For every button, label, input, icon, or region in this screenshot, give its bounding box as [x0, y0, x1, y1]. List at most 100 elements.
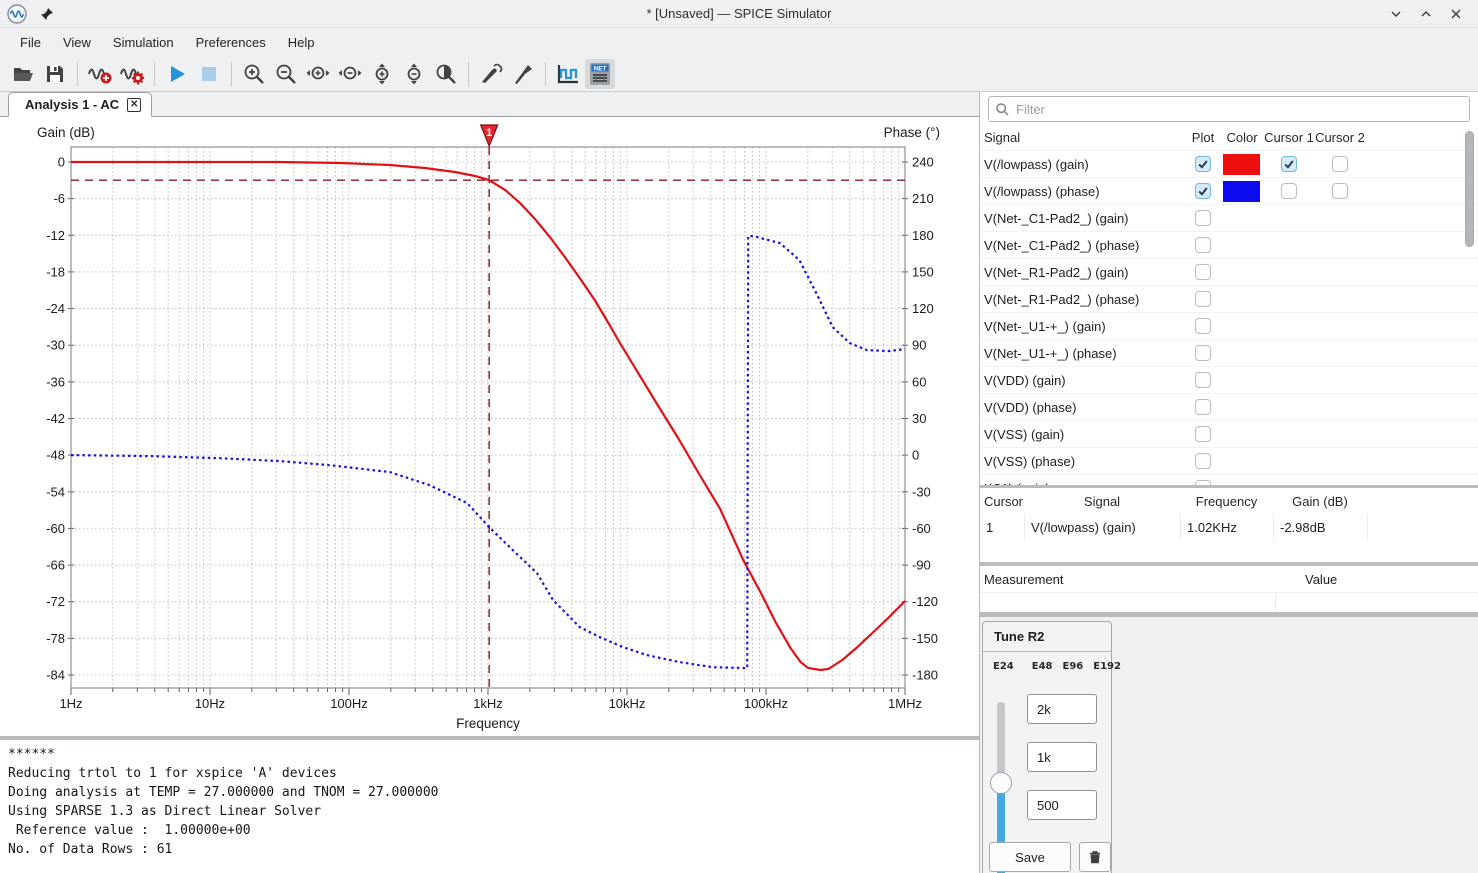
- plot-canvas[interactable]: 0240-6210-12180-18150-24120-3090-3660-42…: [0, 117, 980, 736]
- measurement-empty-row[interactable]: [980, 592, 1478, 612]
- zoom-in-vertically-icon: [370, 61, 394, 87]
- cursor2-checkbox[interactable]: [1314, 183, 1366, 199]
- checkbox[interactable]: [1195, 237, 1211, 253]
- cursor1-checkbox[interactable]: [1264, 156, 1314, 172]
- checkbox[interactable]: [1195, 453, 1211, 469]
- probe-button[interactable]: [476, 59, 506, 89]
- plot-checkbox[interactable]: [1186, 372, 1220, 388]
- plot-checkbox[interactable]: [1186, 156, 1220, 172]
- plot-checkbox[interactable]: [1186, 264, 1220, 280]
- signal-row[interactable]: V(Net-_U1-+_) (gain): [980, 312, 1478, 339]
- tab-analysis-1-ac[interactable]: Analysis 1 - AC ✕: [8, 92, 152, 117]
- signal-row[interactable]: V(Net-_R1-Pad2_) (gain): [980, 258, 1478, 285]
- signal-row[interactable]: V(Net-_C1-Pad2_) (gain): [980, 204, 1478, 231]
- zoom-in-horizontally-button[interactable]: [303, 59, 333, 89]
- plot-checkbox[interactable]: [1186, 426, 1220, 442]
- e-series-tab-e192[interactable]: E192: [1088, 657, 1126, 676]
- zoom-to-fit-button[interactable]: [431, 59, 461, 89]
- signal-row[interactable]: V(VSS) (phase): [980, 447, 1478, 474]
- tune-value-field[interactable]: 1k: [1027, 742, 1097, 772]
- signal-row[interactable]: V(VDD) (phase): [980, 393, 1478, 420]
- signal-row[interactable]: V(Net-_C1-Pad2_) (phase): [980, 231, 1478, 258]
- checkbox[interactable]: [1332, 156, 1348, 172]
- checkbox[interactable]: [1195, 426, 1211, 442]
- cursor1-checkbox[interactable]: [1264, 183, 1314, 199]
- e-series-tab-e96[interactable]: E96: [1058, 657, 1089, 676]
- checkbox[interactable]: [1332, 183, 1348, 199]
- zoom-out-button[interactable]: [271, 59, 301, 89]
- e-series-tab-e48[interactable]: E48: [1027, 657, 1058, 676]
- plot-checkbox[interactable]: [1186, 210, 1220, 226]
- checkbox[interactable]: [1195, 399, 1211, 415]
- checkbox[interactable]: [1195, 480, 1211, 485]
- checkbox-checked[interactable]: [1281, 156, 1297, 172]
- svg-text:-30: -30: [46, 338, 65, 353]
- save-workbook-button[interactable]: [40, 59, 70, 89]
- signal-row[interactable]: V(/lowpass) (phase): [980, 177, 1478, 204]
- zoom-in-vertically-button[interactable]: [367, 59, 397, 89]
- plot-checkbox[interactable]: [1186, 291, 1220, 307]
- checkbox[interactable]: [1195, 291, 1211, 307]
- tune-slider-track-upper[interactable]: [997, 702, 1005, 783]
- zoom-in-button[interactable]: [239, 59, 269, 89]
- checkbox[interactable]: [1195, 318, 1211, 334]
- plot-checkbox[interactable]: [1186, 237, 1220, 253]
- menu-view[interactable]: View: [53, 31, 101, 54]
- plot-checkbox[interactable]: [1186, 480, 1220, 485]
- menu-file[interactable]: File: [10, 31, 51, 54]
- waveform-plot-button[interactable]: [553, 59, 583, 89]
- checkbox-checked[interactable]: [1195, 156, 1211, 172]
- plot-checkbox[interactable]: [1186, 318, 1220, 334]
- checkbox[interactable]: [1195, 372, 1211, 388]
- plot-checkbox[interactable]: [1186, 183, 1220, 199]
- tab-close-icon[interactable]: ✕: [127, 98, 141, 112]
- new-analysis-button[interactable]: [85, 59, 115, 89]
- signal-row[interactable]: V(VDD) (gain): [980, 366, 1478, 393]
- signal-list-scrollbar[interactable]: [1465, 131, 1474, 247]
- run-simulation-button[interactable]: [162, 59, 192, 89]
- open-workbook-button[interactable]: [8, 59, 38, 89]
- show-netlist-button[interactable]: NET: [585, 59, 615, 89]
- menu-help[interactable]: Help: [278, 31, 325, 54]
- signal-row[interactable]: V(VSS) (gain): [980, 420, 1478, 447]
- tune-min-field[interactable]: 500: [1027, 790, 1097, 820]
- sim-settings-button[interactable]: [117, 59, 147, 89]
- signal-name: V(Net-_R1-Pad2_) (phase): [980, 292, 1186, 307]
- checkbox-checked[interactable]: [1195, 183, 1211, 199]
- checkbox[interactable]: [1195, 264, 1211, 280]
- tune-slider-handle[interactable]: [990, 772, 1012, 794]
- cursor-1-marker[interactable]: 1: [481, 125, 498, 146]
- plot-checkbox[interactable]: [1186, 345, 1220, 361]
- maximize-button[interactable]: [1418, 6, 1434, 22]
- minimize-button[interactable]: [1388, 6, 1404, 22]
- plot-checkbox[interactable]: [1186, 399, 1220, 415]
- filter-input[interactable]: [1016, 102, 1463, 117]
- tune-delete-button[interactable]: [1079, 842, 1111, 872]
- signal-row[interactable]: V(/lowpass) (gain): [980, 150, 1478, 177]
- zoom-out-horizontally-button[interactable]: [335, 59, 365, 89]
- plot-checkbox[interactable]: [1186, 453, 1220, 469]
- tune-panel-title: Tune R2: [983, 622, 1111, 652]
- menu-preferences[interactable]: Preferences: [186, 31, 276, 54]
- menu-simulation[interactable]: Simulation: [103, 31, 184, 54]
- checkbox[interactable]: [1195, 210, 1211, 226]
- signal-row[interactable]: V(Net-_R1-Pad2_) (phase): [980, 285, 1478, 312]
- signal-row[interactable]: V(Net-_U1-+_) (phase): [980, 339, 1478, 366]
- checkbox[interactable]: [1281, 183, 1297, 199]
- cursor2-checkbox[interactable]: [1314, 156, 1366, 172]
- close-button[interactable]: [1448, 6, 1464, 22]
- tune-max-field[interactable]: 2k: [1027, 694, 1097, 724]
- svg-text:-66: -66: [46, 558, 65, 573]
- checkbox[interactable]: [1195, 345, 1211, 361]
- e-series-tab-e24[interactable]: E24: [988, 657, 1019, 676]
- stop-simulation-button[interactable]: [194, 59, 224, 89]
- cursor-row[interactable]: 1 V(/lowpass) (gain) 1.02KHz -2.98dB: [980, 514, 1478, 541]
- tune-button[interactable]: [508, 59, 538, 89]
- pin-icon[interactable]: [39, 6, 55, 22]
- color-swatch[interactable]: [1223, 181, 1260, 202]
- signal-row[interactable]: I(C1) (gain): [980, 474, 1478, 485]
- zoom-out-vertically-button[interactable]: [399, 59, 429, 89]
- color-swatch[interactable]: [1223, 154, 1260, 175]
- tune-save-button[interactable]: Save: [989, 842, 1071, 872]
- svg-text:-180: -180: [912, 668, 938, 683]
